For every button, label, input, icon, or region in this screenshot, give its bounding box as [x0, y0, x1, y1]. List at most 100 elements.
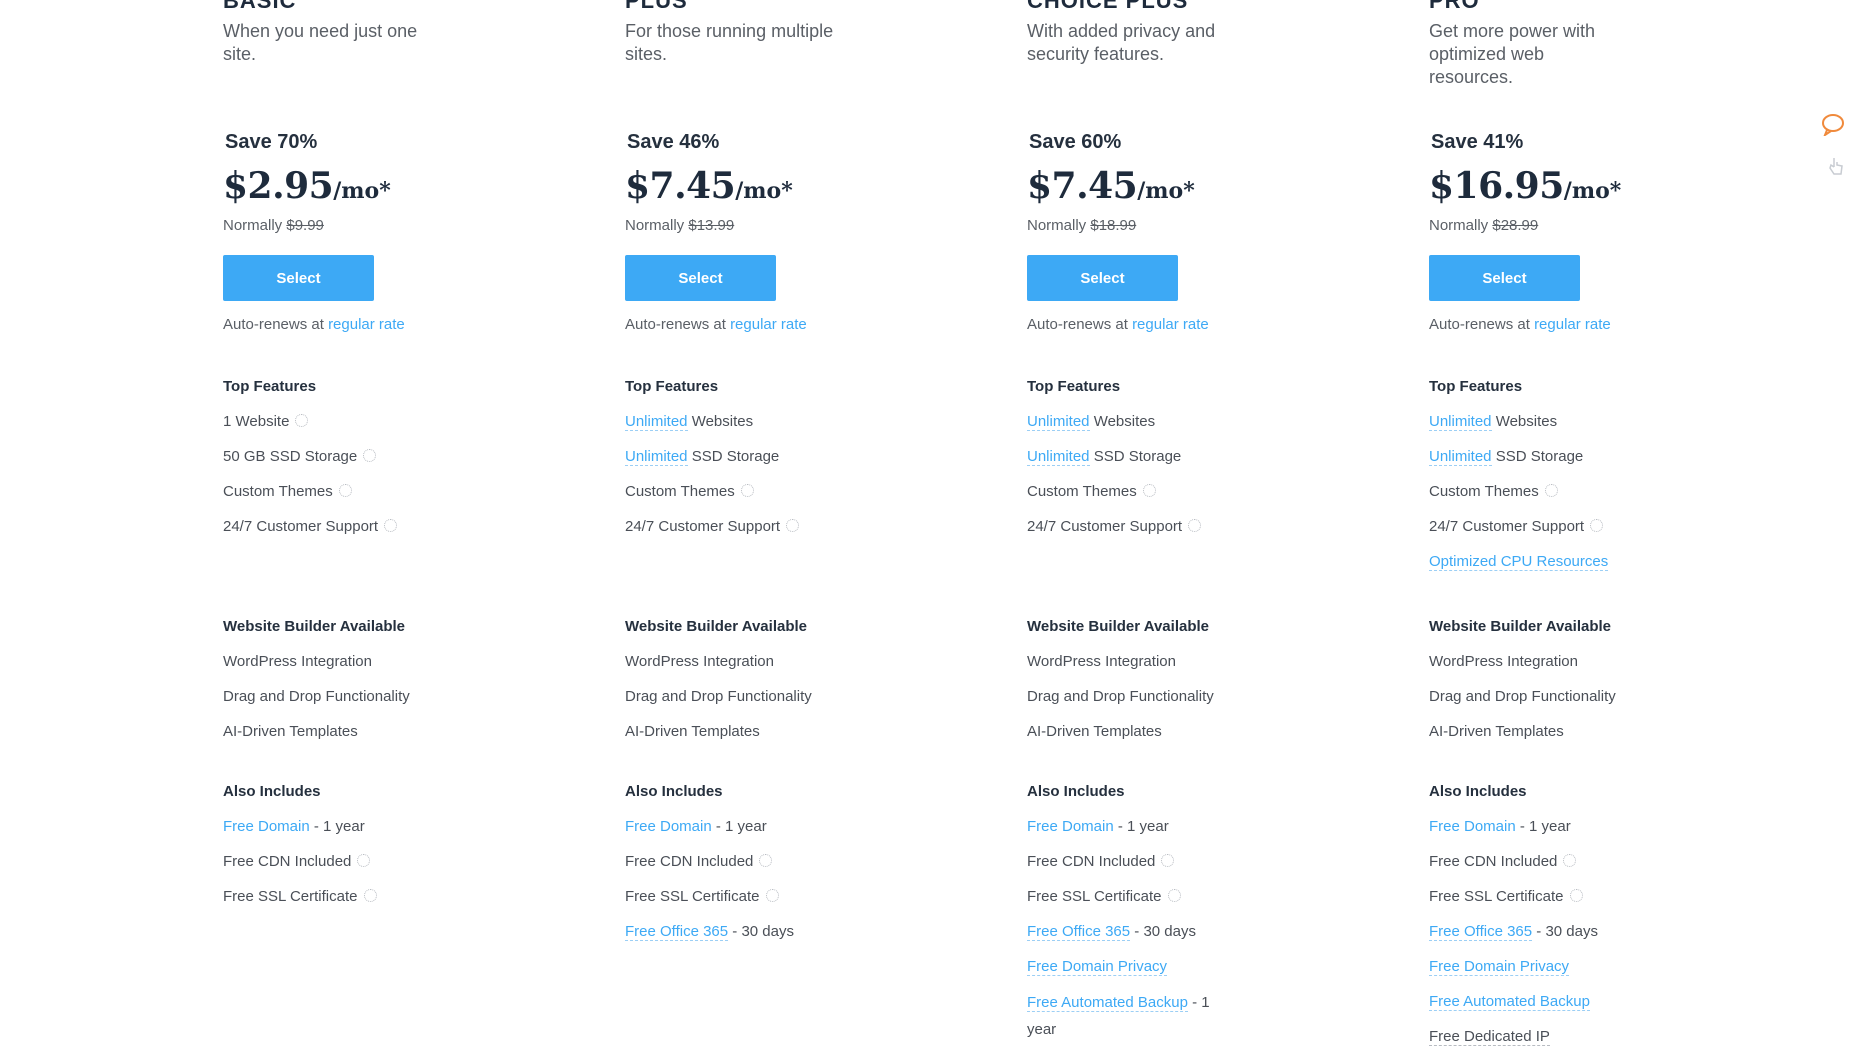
price-amount: $16.95	[1429, 165, 1564, 207]
feature-label: 24/7 Customer Support	[1027, 518, 1183, 535]
info-icon[interactable]	[1563, 854, 1577, 867]
info-icon[interactable]	[1590, 519, 1604, 532]
feature-item: Drag and Drop Functionality	[1429, 688, 1616, 705]
unlimited-link[interactable]: Unlimited	[625, 413, 688, 431]
feature-item: 24/7 Customer Support	[1027, 518, 1202, 553]
info-icon[interactable]	[786, 519, 800, 532]
feature-suffix: - 30 days	[732, 923, 794, 940]
regular-rate-link[interactable]: regular rate	[1132, 316, 1209, 333]
price-unit: /mo*	[333, 178, 391, 204]
feature-item: Free SSL Certificate	[625, 888, 794, 923]
feature-item: Unlimited Websites	[1027, 413, 1201, 448]
feature-item: Drag and Drop Functionality	[625, 688, 812, 705]
info-icon[interactable]	[765, 889, 779, 902]
free-office-link[interactable]: Free Office 365	[625, 923, 729, 941]
feature-label: SSD Storage	[1495, 448, 1584, 465]
feature-item: Unlimited SSD Storage	[1027, 448, 1201, 483]
feature-label: 24/7 Customer Support	[1429, 518, 1585, 535]
regular-rate-link[interactable]: regular rate	[1534, 316, 1611, 333]
feature-item: Custom Themes	[223, 483, 397, 518]
feature-item: WordPress Integration	[1429, 653, 1578, 670]
free-backup-link[interactable]: Free Automated Backup	[1027, 994, 1188, 1012]
feature-label: Custom Themes	[1027, 483, 1137, 500]
price-amount: $2.95	[223, 165, 334, 207]
info-icon[interactable]	[363, 889, 377, 902]
info-icon[interactable]	[1569, 889, 1583, 902]
info-icon[interactable]	[1142, 484, 1156, 497]
regular-rate-link[interactable]: regular rate	[730, 316, 807, 333]
info-icon[interactable]	[384, 519, 398, 532]
free-domain-privacy-link[interactable]: Free Domain Privacy	[1027, 958, 1168, 976]
free-backup-link[interactable]: Free Automated Backup	[1429, 993, 1590, 1011]
plan-name: BASIC	[223, 0, 297, 13]
feature-item: Free CDN Included	[625, 853, 794, 888]
feature-item: Free Domain - 1 year	[1429, 818, 1598, 853]
feature-label: SSD Storage	[691, 448, 780, 465]
info-icon[interactable]	[295, 414, 309, 427]
unlimited-link[interactable]: Unlimited	[1027, 413, 1090, 431]
info-icon[interactable]	[338, 484, 352, 497]
info-icon[interactable]	[759, 854, 773, 867]
select-button[interactable]: Select	[223, 255, 374, 301]
feature-item: Free CDN Included	[223, 853, 377, 888]
feature-item: 24/7 Customer Support	[223, 518, 398, 553]
plan-name: PRO	[1429, 0, 1480, 13]
info-icon[interactable]	[1544, 484, 1558, 497]
feature-label: Free SSL Certificate	[1027, 888, 1162, 905]
feature-item: AI-Driven Templates	[1429, 723, 1564, 740]
normal-price: Normally $13.99	[625, 217, 734, 234]
feature-label: Custom Themes	[223, 483, 333, 500]
section-heading: Website Builder Available	[223, 618, 405, 635]
feature-label: Custom Themes	[1429, 483, 1539, 500]
auto-renew-text: Auto-renews at	[1429, 316, 1530, 333]
feature-label: Free SSL Certificate	[223, 888, 358, 905]
feature-item: Free Office 365 - 30 days	[625, 923, 794, 958]
feature-label: Free Dedicated IP	[1429, 1028, 1550, 1046]
info-icon[interactable]	[363, 449, 377, 462]
select-button[interactable]: Select	[1027, 255, 1178, 301]
select-button[interactable]: Select	[1429, 255, 1580, 301]
info-icon[interactable]	[1188, 519, 1202, 532]
regular-rate-link[interactable]: regular rate	[328, 316, 405, 333]
normal-price: Normally $28.99	[1429, 217, 1538, 234]
info-icon[interactable]	[1161, 854, 1175, 867]
free-domain-privacy-link[interactable]: Free Domain Privacy	[1429, 958, 1570, 976]
hand-pointer-icon[interactable]	[1828, 156, 1844, 181]
auto-renew-text: Auto-renews at	[223, 316, 324, 333]
feature-item: AI-Driven Templates	[1027, 723, 1162, 740]
feature-suffix: - 30 days	[1536, 923, 1598, 940]
feature-label: Websites	[1495, 413, 1558, 430]
unlimited-link[interactable]: Unlimited	[1027, 448, 1090, 466]
price-unit: /mo*	[1137, 178, 1195, 204]
select-button[interactable]: Select	[625, 255, 776, 301]
section-heading: Top Features	[1429, 378, 1523, 395]
unlimited-link[interactable]: Unlimited	[1429, 413, 1492, 431]
free-domain-link[interactable]: Free Domain	[1027, 818, 1114, 835]
feature-label: Free CDN Included	[1429, 853, 1558, 870]
info-icon[interactable]	[740, 484, 754, 497]
strikethrough-price: $28.99	[1492, 217, 1539, 234]
free-office-link[interactable]: Free Office 365	[1027, 923, 1131, 941]
free-domain-link[interactable]: Free Domain	[1429, 818, 1516, 835]
chat-icon[interactable]	[1820, 112, 1846, 141]
price: $7.45/mo*	[1027, 165, 1195, 207]
strikethrough-price: $9.99	[286, 217, 324, 234]
free-office-link[interactable]: Free Office 365	[1429, 923, 1533, 941]
feature-label: SSD Storage	[1093, 448, 1182, 465]
section-heading: Website Builder Available	[1027, 618, 1209, 635]
unlimited-link[interactable]: Unlimited	[1429, 448, 1492, 466]
section-heading: Also Includes	[625, 783, 723, 800]
info-icon[interactable]	[357, 854, 371, 867]
free-domain-link[interactable]: Free Domain	[223, 818, 310, 835]
optimized-cpu-link[interactable]: Optimized CPU Resources	[1429, 553, 1609, 571]
save-badge: Save 70%	[225, 131, 318, 153]
unlimited-link[interactable]: Unlimited	[625, 448, 688, 466]
info-icon[interactable]	[1167, 889, 1181, 902]
auto-renew-note: Auto-renews at regular rate	[1429, 316, 1611, 333]
top-features: Top Features Unlimited Websites Unlimite…	[625, 378, 800, 553]
feature-item: Free SSL Certificate	[1027, 888, 1227, 923]
free-domain-link[interactable]: Free Domain	[625, 818, 712, 835]
feature-item: Free Domain - 1 year	[625, 818, 794, 853]
section-heading: Top Features	[625, 378, 719, 395]
feature-item: 50 GB SSD Storage	[223, 448, 397, 483]
